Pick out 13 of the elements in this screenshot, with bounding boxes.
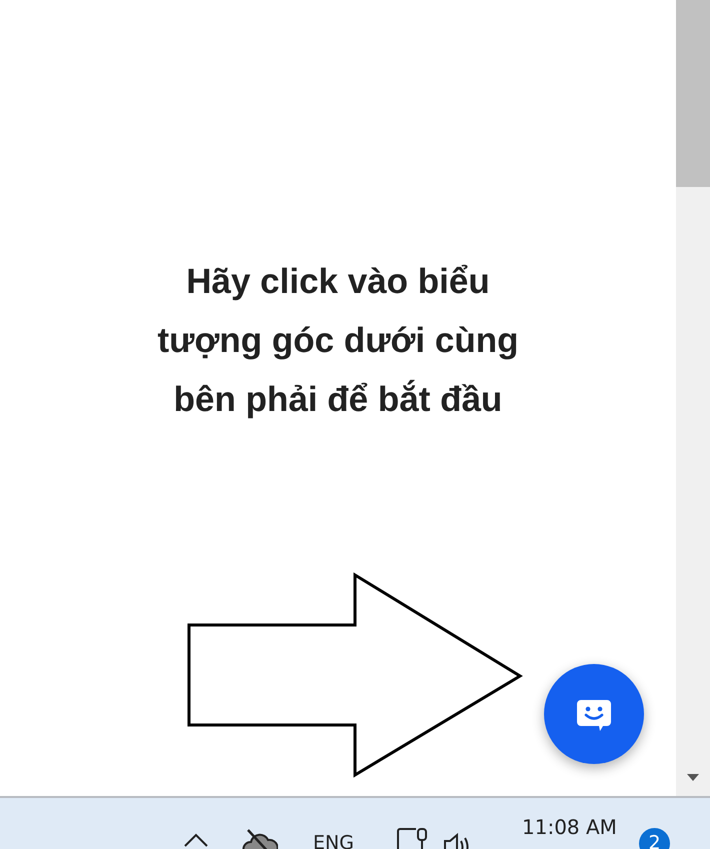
notification-badge[interactable]: 2 [639,828,670,849]
instruction-text: Hãy click vào biểu [186,261,490,303]
instruction-text: bên phải để bắt đầu [174,378,502,421]
language-indicator[interactable]: ENG [313,832,354,849]
cloud-off-icon[interactable] [242,828,278,849]
instruction-text: tượng góc dưới cùng [158,320,518,362]
chat-button[interactable] [544,664,644,764]
network-icon[interactable] [396,827,430,849]
scrollbar-thumb[interactable] [676,0,710,187]
scroll-down-icon[interactable] [687,774,699,782]
chevron-up-icon[interactable] [183,832,209,848]
clock-time[interactable]: 11:08 AM [522,815,617,839]
scrollbar[interactable] [676,0,710,796]
